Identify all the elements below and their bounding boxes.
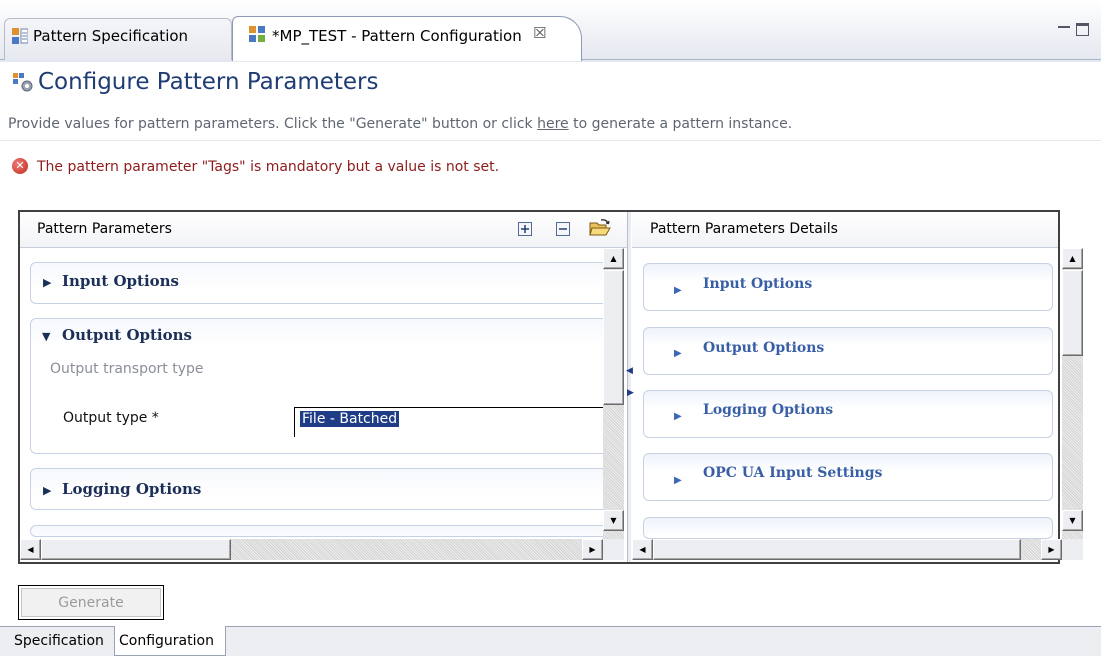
expand-triangle-icon[interactable]: ▶	[674, 411, 682, 422]
scroll-left-button[interactable]: ◀	[20, 539, 41, 560]
left-pane-title: Pattern Parameters	[37, 221, 172, 237]
pattern-spec-icon	[12, 28, 28, 44]
scroll-down-button[interactable]: ▼	[1062, 510, 1083, 531]
detail-logging-options-title[interactable]: Logging Options	[703, 402, 833, 418]
output-transport-description: Output transport type	[50, 361, 204, 377]
generate-here-link[interactable]: here	[537, 116, 569, 132]
scroll-right-button[interactable]: ▶	[582, 539, 603, 560]
configure-pattern-icon	[13, 73, 33, 92]
scrollbar-corner	[603, 539, 624, 560]
section-input-options-title[interactable]: Input Options	[62, 272, 179, 290]
scroll-down-button[interactable]: ▼	[603, 510, 624, 531]
minimize-icon[interactable]	[1058, 26, 1070, 29]
generate-button[interactable]: Generate	[18, 585, 164, 620]
scroll-thumb[interactable]	[603, 270, 624, 405]
scroll-right-button[interactable]: ▶	[1041, 539, 1062, 560]
close-tab-icon[interactable]: ☒	[533, 24, 546, 42]
pane-splitter[interactable]	[627, 212, 631, 562]
header-separator	[0, 140, 1101, 141]
tab-configuration[interactable]: Configuration	[114, 626, 226, 656]
description-prefix: Provide values for pattern parameters. C…	[8, 116, 538, 132]
error-icon: ✕	[12, 158, 28, 174]
open-folder-icon[interactable]	[589, 219, 611, 237]
page-title: Configure Pattern Parameters	[38, 69, 379, 95]
page-description: Provide values for pattern parameters. C…	[8, 116, 792, 132]
section-next-partial	[30, 525, 610, 537]
error-message: The pattern parameter "Tags" is mandator…	[37, 159, 500, 175]
scroll-left-button[interactable]: ◀	[632, 539, 653, 560]
scroll-thumb[interactable]	[653, 539, 1021, 560]
maximize-icon[interactable]	[1076, 23, 1089, 36]
tab-pattern-configuration-label: *MP_TEST - Pattern Configuration	[272, 27, 522, 45]
detail-section-next-partial	[643, 517, 1053, 539]
output-type-value: File - Batched	[300, 411, 400, 427]
expand-triangle-icon[interactable]: ▶	[674, 475, 682, 486]
expand-all-icon[interactable]	[518, 222, 532, 236]
scroll-thumb[interactable]	[41, 539, 231, 560]
tab-pattern-specification-label: Pattern Specification	[33, 27, 189, 45]
section-logging-options-title[interactable]: Logging Options	[62, 480, 201, 498]
splitter-right-arrow-icon[interactable]: ▶	[627, 388, 634, 398]
tab-specification[interactable]: Specification	[10, 626, 108, 656]
collapse-all-icon[interactable]	[556, 222, 570, 236]
expand-triangle-icon[interactable]: ▶	[43, 484, 51, 497]
section-output-options-title[interactable]: Output Options	[62, 326, 192, 344]
scroll-up-button[interactable]: ▲	[603, 248, 624, 269]
pattern-config-icon	[249, 26, 265, 42]
detail-opc-ua-input-settings-title[interactable]: OPC UA Input Settings	[703, 465, 882, 481]
scroll-thumb[interactable]	[1062, 270, 1083, 356]
splitter-left-arrow-icon[interactable]: ◀	[626, 366, 633, 376]
expand-triangle-icon[interactable]: ▶	[674, 348, 682, 359]
description-suffix: to generate a pattern instance.	[568, 116, 793, 132]
generate-button-label: Generate	[21, 588, 161, 617]
expand-triangle-icon[interactable]: ▶	[43, 276, 51, 289]
right-pane-title: Pattern Parameters Details	[650, 221, 838, 237]
detail-input-options-title[interactable]: Input Options	[703, 276, 812, 292]
output-type-label: Output type *	[63, 410, 159, 426]
scroll-up-button[interactable]: ▲	[1062, 248, 1083, 269]
expand-triangle-icon[interactable]: ▶	[674, 285, 682, 296]
detail-output-options-title[interactable]: Output Options	[703, 340, 824, 356]
collapse-triangle-icon[interactable]: ▼	[42, 330, 50, 343]
scrollbar-corner	[1062, 539, 1083, 560]
